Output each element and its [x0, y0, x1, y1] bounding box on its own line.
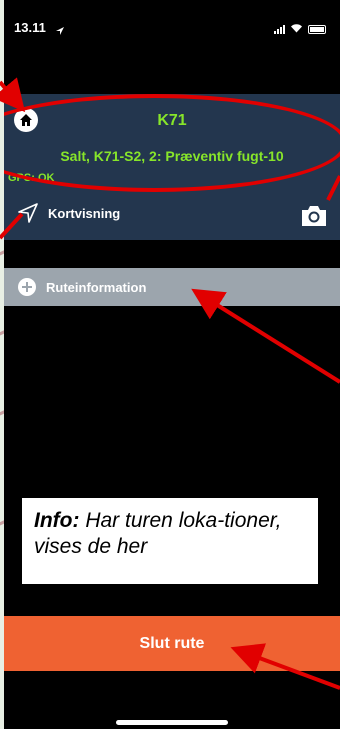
annotation-arrow-route-info — [191, 288, 340, 384]
annotation-arrows — [0, 77, 340, 690]
annotation-line-camera — [326, 175, 340, 201]
annotation-arrow-finish — [230, 643, 340, 690]
annotation-arrow-home — [0, 77, 26, 113]
annotation-line-map-view — [0, 212, 24, 240]
